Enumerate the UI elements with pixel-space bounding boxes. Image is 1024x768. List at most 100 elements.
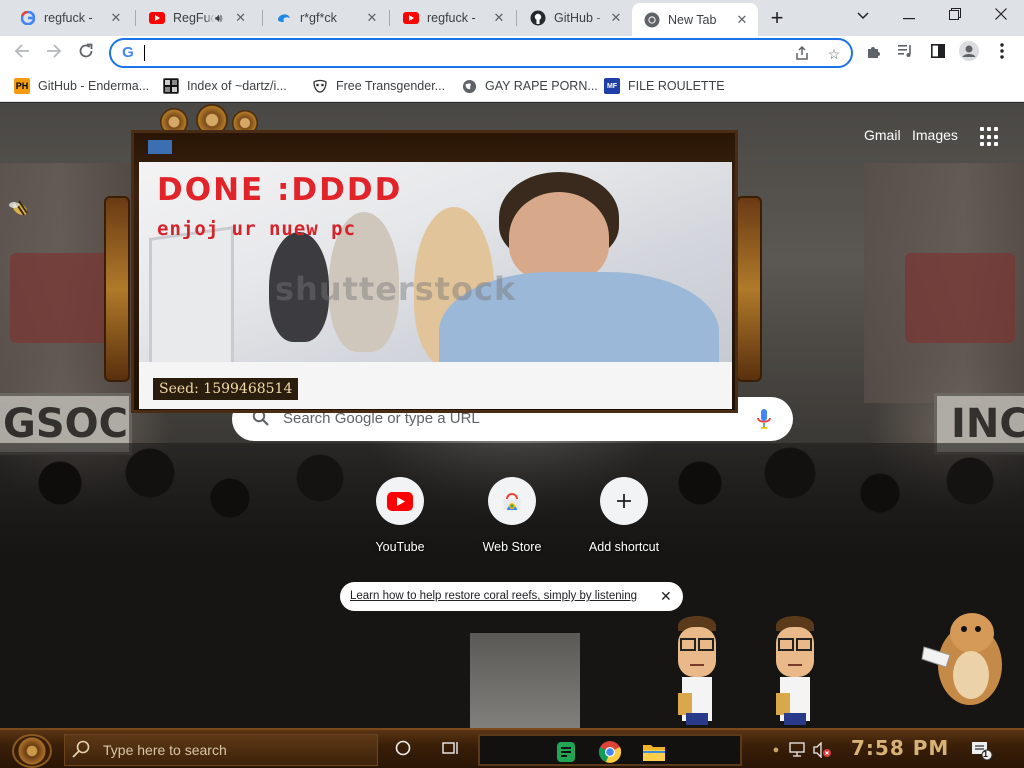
bookmark-item[interactable]: PH GitHub - Enderma...: [14, 76, 149, 96]
close-tab-icon[interactable]: ✕: [233, 10, 249, 26]
tab-search-button[interactable]: [840, 0, 886, 30]
extensions-button[interactable]: [863, 42, 885, 64]
chrome-icon: [644, 12, 660, 28]
address-bar[interactable]: G ☆: [109, 38, 853, 68]
task-view-button[interactable]: [437, 736, 465, 764]
avatar-icon: [959, 40, 979, 66]
tab-regfuck-youtube-audio[interactable]: RegFuck 🔊︎ ✕: [137, 3, 261, 33]
background-corridor: [470, 633, 580, 728]
bookmarks-bar: PH GitHub - Enderma... Index of ~dartz/i…: [0, 70, 1024, 102]
taskbar: Type here to search ● 7:58 PM 1: [0, 728, 1024, 768]
file-explorer-button[interactable]: [642, 740, 666, 764]
back-button[interactable]: [11, 42, 33, 64]
volume-muted-icon[interactable]: [808, 736, 836, 764]
shortcut-youtube[interactable]: YouTube: [344, 477, 456, 567]
shortcut-add[interactable]: Add shortcut: [568, 477, 680, 567]
tab-divider: [516, 10, 517, 26]
ntp-promo: Learn how to help restore coral reefs, s…: [340, 582, 683, 611]
address-input[interactable]: [143, 43, 743, 63]
images-link[interactable]: Images: [912, 127, 958, 143]
kebab-menu-icon: [1000, 42, 1004, 64]
google-icon: [20, 10, 36, 26]
index-icon: [163, 78, 179, 94]
taskbar-clock[interactable]: 7:58 PM: [851, 736, 949, 760]
menu-button[interactable]: [991, 42, 1013, 64]
tab-title: New Tab: [668, 12, 717, 27]
gmail-link[interactable]: Gmail: [864, 127, 901, 143]
hank-hill-mascot: [770, 613, 820, 728]
sheets-app-button[interactable]: [554, 740, 578, 764]
text-cursor: [144, 45, 145, 61]
puzzle-icon: [866, 43, 882, 64]
bookmark-star-icon[interactable]: ☆: [825, 45, 843, 63]
tab-divider: [389, 10, 390, 26]
tab-rgfck[interactable]: r*gf*ck ✕: [264, 3, 388, 33]
bookmark-item[interactable]: Index of ~dartz/i...: [163, 76, 287, 96]
github-icon: [530, 10, 546, 26]
seed-label: Seed: 1599468514: [153, 378, 299, 400]
close-tab-icon[interactable]: ✕: [491, 10, 507, 26]
task-view-icon: [442, 740, 460, 761]
tab-github[interactable]: GitHub - ✕: [518, 3, 632, 33]
forward-button[interactable]: [43, 42, 65, 64]
tab-regfuck-youtube[interactable]: regfuck - ✕: [391, 3, 515, 33]
close-tab-icon[interactable]: ✕: [108, 10, 124, 26]
tab-new-tab[interactable]: New Tab ✕: [632, 3, 758, 36]
tab-divider: [135, 10, 136, 26]
youtube-icon: [403, 10, 419, 26]
bookmark-item[interactable]: GAY RAPE PORN...: [461, 76, 598, 96]
start-button[interactable]: [12, 734, 52, 768]
tab-regfuck-google[interactable]: regfuck - ✕: [8, 3, 132, 33]
close-window-button[interactable]: [978, 0, 1024, 30]
minimize-button[interactable]: [886, 0, 932, 30]
pinned-apps: [478, 734, 742, 766]
share-icon[interactable]: [793, 45, 811, 63]
chrome-app-button[interactable]: [598, 740, 622, 764]
google-apps-icon[interactable]: [980, 127, 1000, 147]
bookmark-item[interactable]: MF FILE ROULETTE: [604, 76, 725, 96]
shortcut-label: YouTube: [375, 540, 425, 554]
popup-subline: enjoj ur nuew pc: [157, 218, 357, 240]
stock-watermark: shutterstock: [275, 270, 517, 308]
close-tab-icon[interactable]: ✕: [734, 12, 750, 28]
plus-icon: [600, 477, 648, 525]
prank-popup-window[interactable]: DONE :DDDD enjoj ur nuew pc shutterstock…: [131, 130, 738, 413]
cortana-circle-icon: [395, 740, 411, 761]
restore-button[interactable]: [932, 0, 978, 30]
forward-arrow-icon: [46, 43, 62, 64]
bee-mascot-icon: [6, 195, 34, 223]
bookmark-label: GAY RAPE PORN...: [485, 79, 598, 93]
profile-button[interactable]: [958, 40, 980, 66]
microphone-icon[interactable]: [754, 408, 774, 430]
reload-button[interactable]: [75, 42, 97, 64]
chrome-icon: [598, 741, 622, 763]
shortcut-label: Add shortcut: [588, 540, 660, 554]
taskbar-search-box[interactable]: Type here to search: [64, 734, 378, 766]
close-promo-icon[interactable]: ✕: [660, 588, 672, 605]
promo-link[interactable]: Learn how to help restore coral reefs, s…: [350, 590, 637, 602]
action-center-button[interactable]: [968, 736, 996, 764]
steampunk-frame-left: [104, 196, 130, 382]
ph-icon: PH: [14, 78, 30, 94]
new-tab-button[interactable]: +: [760, 3, 794, 33]
playlist-music-icon: [898, 43, 914, 63]
media-control-button[interactable]: [895, 42, 917, 64]
side-panel-button[interactable]: [927, 42, 949, 64]
stock-photo: DONE :DDDD enjoj ur nuew pc shutterstock: [139, 162, 732, 409]
close-tab-icon[interactable]: ✕: [608, 10, 624, 26]
google-icon: G: [122, 44, 134, 61]
youtube-icon: [376, 477, 424, 525]
tab-title: regfuck -: [44, 11, 93, 25]
tab-title: GitHub -: [554, 11, 601, 25]
close-tab-icon[interactable]: ✕: [364, 10, 380, 26]
reload-icon: [78, 43, 94, 64]
bookmark-item[interactable]: Free Transgender...: [312, 76, 445, 96]
search-icon: [71, 740, 91, 760]
mask-icon: [312, 78, 328, 94]
back-arrow-icon: [14, 43, 30, 64]
close-icon: [995, 7, 1007, 24]
chrome-web-store-icon: [488, 477, 536, 525]
cortana-button[interactable]: [389, 736, 417, 764]
speaker-icon[interactable]: 🔊︎: [215, 11, 223, 26]
shortcut-web-store[interactable]: Web Store: [456, 477, 568, 567]
